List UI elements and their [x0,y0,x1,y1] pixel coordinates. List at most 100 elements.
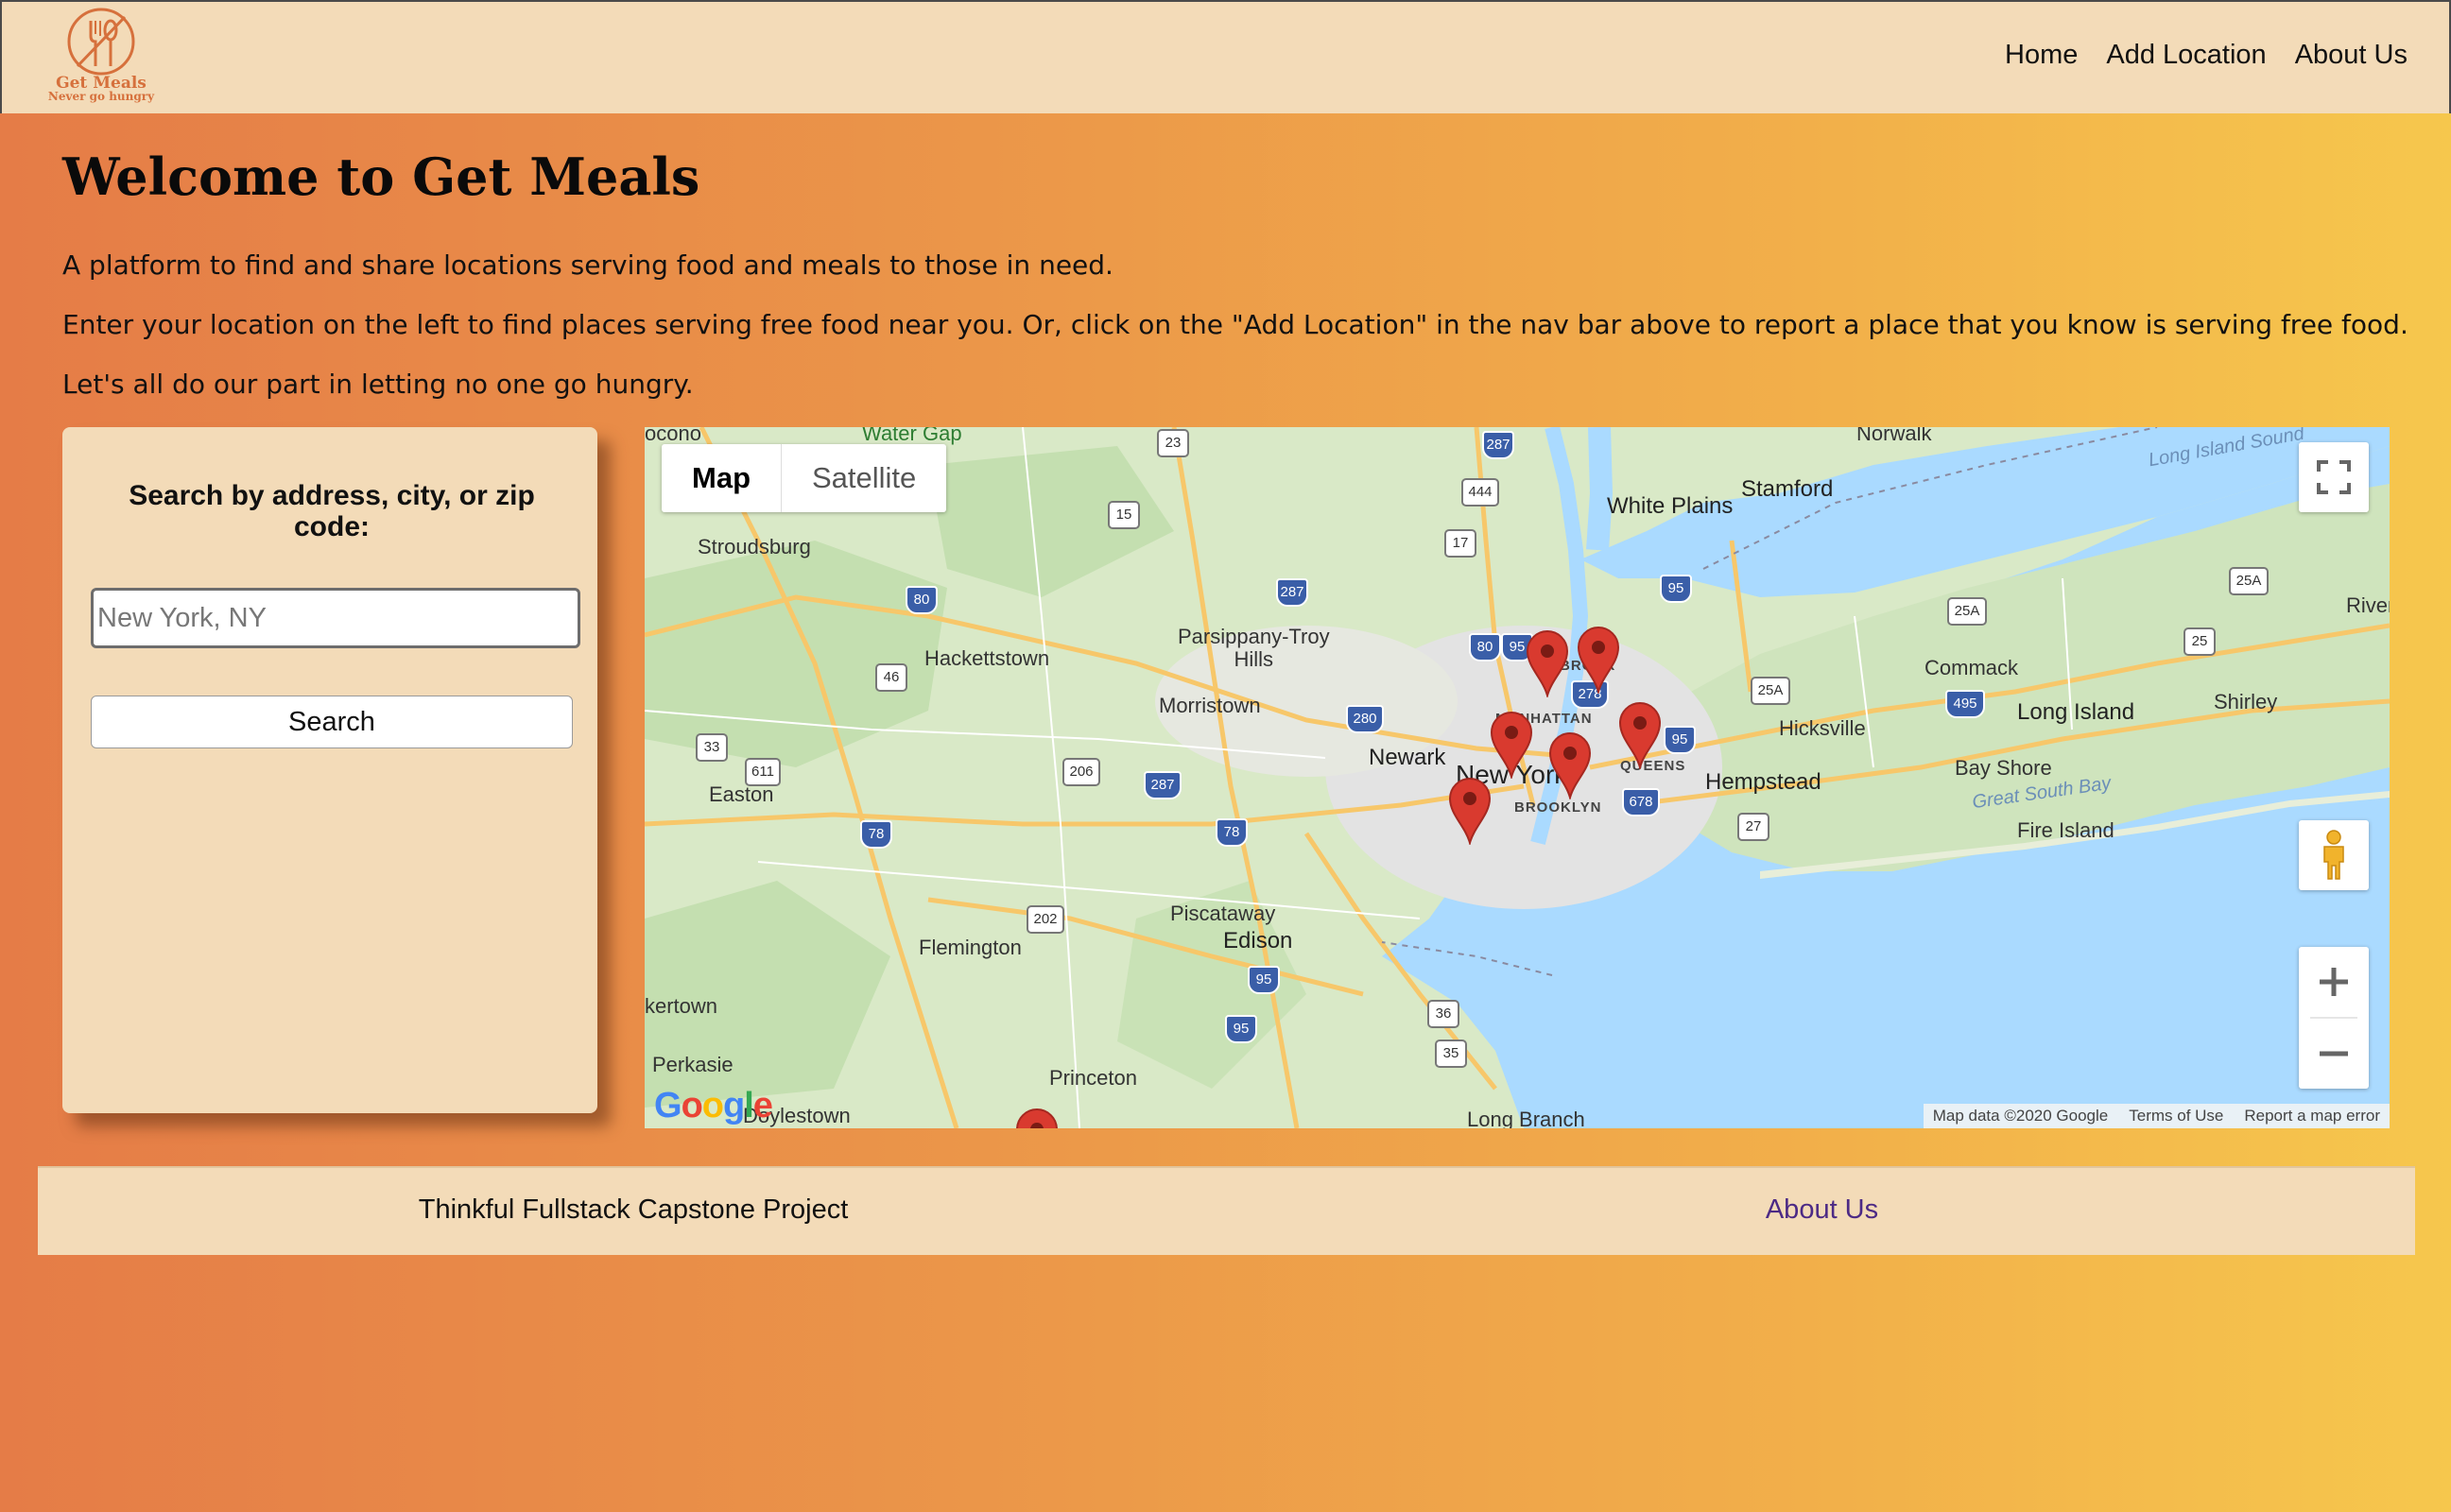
nav-home-link[interactable]: Home [2005,40,2078,71]
route-shield: 95 [1225,1015,1257,1043]
top-nav-bar: Get Meals Never go hungry Home Add Locat… [0,0,2451,113]
zoom-out-button[interactable] [2299,1019,2369,1089]
map-label-bay-shore: Bay Shore [1955,756,2052,780]
route-shield: 25 [2183,627,2216,656]
route-shield: 35 [1435,1040,1467,1068]
street-view-pegman-button[interactable] [2299,820,2369,890]
route-shield: 25A [1947,597,1987,626]
map-label-brooklyn: BROOKLYN [1514,799,1602,816]
location-marker[interactable] [1548,731,1592,799]
report-map-error-link[interactable]: Report a map error [2244,1107,2380,1125]
route-shield: 287 [1482,431,1514,459]
map-label-edison: Edison [1223,928,1293,954]
map-view[interactable]: ocono Water Gap Norwalk Long Island Soun… [645,427,2390,1128]
map-label-fire-island: Fire Island [2017,818,2114,842]
footer: Thinkful Fullstack Capstone Project Abou… [38,1166,2415,1255]
location-marker[interactable] [1015,1108,1059,1128]
map-label-stroudsburg: Stroudsburg [698,535,811,558]
map-label-riverhead: Riverh [2346,593,2390,617]
route-shield: 27 [1737,813,1769,841]
route-shield: 78 [1216,818,1248,847]
fullscreen-icon [2317,460,2351,494]
map-label-long-island: Long Island [2017,699,2135,725]
map-type-satellite-button[interactable]: Satellite [781,444,946,512]
fork-spoon-icon [67,8,135,76]
main-nav: Home Add Location About Us [2005,40,2408,71]
fullscreen-button[interactable] [2299,442,2369,512]
footer-project-text: Thinkful Fullstack Capstone Project [418,1194,849,1225]
route-shield: 36 [1427,1000,1459,1028]
location-marker[interactable] [1577,626,1620,694]
route-shield: 280 [1346,705,1384,733]
map-label-flemington: Flemington [919,936,1022,959]
map-label-morristown: Morristown [1159,694,1261,717]
zoom-in-button[interactable] [2299,947,2369,1017]
route-shield: 78 [860,820,892,849]
search-title: Search by address, city, or zip code: [129,480,535,542]
map-label-pocono: ocono [645,427,701,445]
map-label-princeton: Princeton [1049,1066,1137,1090]
route-shield: 444 [1461,478,1499,507]
route-shield: 15 [1108,501,1140,529]
route-shield: 678 [1622,788,1660,816]
route-shield: 611 [745,758,781,786]
intro-paragraph-3: Let's all do our part in letting no one … [62,369,694,400]
route-shield: 287 [1276,578,1308,607]
route-shield: 17 [1444,529,1476,558]
zoom-control [2299,947,2369,1089]
location-marker[interactable] [1490,711,1533,779]
brand-logo[interactable]: Get Meals Never go hungry [34,8,168,112]
intro-paragraph-2: Enter your location on the left to find … [62,309,2408,340]
google-logo[interactable]: Google [654,1086,773,1126]
map-label-hicksville: Hicksville [1779,716,1866,740]
route-shield: 287 [1144,771,1182,799]
route-shield: 46 [875,663,907,692]
route-shield: 95 [1664,726,1696,754]
brand-tagline: Never go hungry [47,90,155,103]
map-data-credit[interactable]: Map data ©2020 Google [1933,1107,2109,1125]
map-label-stamford: Stamford [1741,476,1834,502]
footer-about-link[interactable]: About Us [1229,1194,2415,1226]
page-title: Welcome to Get Meals [62,146,700,207]
brand-name: Get Meals [56,74,147,93]
route-shield: 206 [1062,758,1100,786]
plus-icon [2320,968,2348,996]
nav-add-location-link[interactable]: Add Location [2106,40,2266,71]
map-label-newark: Newark [1369,745,1446,770]
map-type-control: Map Satellite [662,444,947,512]
route-shield: 202 [1027,905,1064,934]
route-shield: 95 [1248,966,1280,994]
location-marker[interactable] [1526,629,1569,697]
route-shield: 80 [1469,633,1501,662]
map-label-shirley: Shirley [2214,690,2278,713]
route-shield: 80 [906,586,938,614]
nav-about-link[interactable]: About Us [2295,40,2408,71]
search-button[interactable]: Search [91,696,573,748]
pegman-icon [2323,830,2344,880]
route-shield: 23 [1157,429,1189,457]
route-shield: 25A [2229,567,2269,595]
terms-of-use-link[interactable]: Terms of Use [2129,1107,2223,1125]
route-shield: 495 [1945,690,1985,718]
map-attribution: Map data ©2020 Google Terms of Use Repor… [1923,1104,2390,1128]
map-label-parsippany: Parsippany-Troy Hills [1178,625,1330,671]
search-panel: Search by address, city, or zip code: Se… [62,427,597,1113]
map-label-commack: Commack [1925,656,2019,679]
map-label-piscataway: Piscataway [1170,902,1276,925]
map-label-perkasie: Perkasie [652,1053,734,1076]
route-shield: 33 [696,733,728,762]
map-label-white-plains: White Plains [1607,493,1734,519]
map-label-water-gap: Water Gap [862,427,962,445]
map-type-map-button[interactable]: Map [662,444,781,512]
location-marker[interactable] [1448,777,1492,845]
map-label-long-branch: Long Branch [1467,1108,1585,1128]
map-label-hackettstown: Hackettstown [924,646,1050,670]
map-label-norwalk: Norwalk [1856,427,1932,445]
route-shield: 95 [1660,575,1692,603]
location-marker[interactable] [1618,701,1662,769]
map-label-hempstead: Hempstead [1705,769,1821,795]
route-shield: 25A [1751,677,1790,705]
minus-icon [2320,1051,2348,1057]
intro-paragraph-1: A platform to find and share locations s… [62,249,1113,281]
location-search-input[interactable] [91,588,580,648]
